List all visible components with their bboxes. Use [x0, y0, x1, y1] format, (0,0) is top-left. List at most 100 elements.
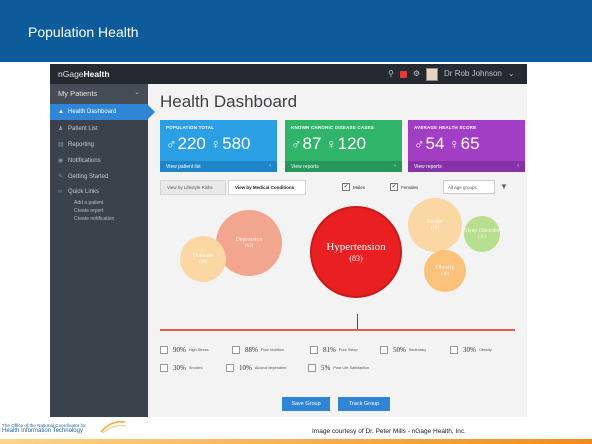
view-patient-list-link[interactable]: View patient list ›: [160, 161, 277, 172]
checkbox[interactable]: [450, 346, 458, 354]
sidebar-item-label: Reporting: [68, 142, 95, 148]
card-values: ♂54 ♀65: [414, 134, 480, 154]
quick-link-create-notification[interactable]: Create notification: [50, 216, 148, 224]
condition-item[interactable]: 30% Smokes: [160, 362, 203, 374]
tab-medical-conditions[interactable]: View by Medical Conditions: [228, 180, 306, 195]
image-credit: Image courtesy of Dr. Peter Mills - nGag…: [312, 428, 466, 435]
save-group-button[interactable]: Save Group: [282, 397, 330, 411]
average-health-score-card: AVERAGE HEALTH SCORE ♂54 ♀65 View report…: [408, 120, 525, 172]
condition-percent: 88%: [245, 346, 258, 354]
user-name[interactable]: Dr Rob Johnson: [444, 68, 502, 80]
bubble-diabetes[interactable]: Diabetes (48): [180, 236, 226, 282]
condition-percent: 30%: [173, 364, 186, 372]
chevron-down-icon[interactable]: ⌄: [508, 68, 515, 80]
bubble-name: Diabetes: [192, 252, 214, 259]
sidebar-item-reporting[interactable]: ▤ Reporting: [50, 136, 148, 152]
condition-percent: 10%: [239, 364, 252, 372]
bubble-depression[interactable]: Depression (63): [216, 210, 282, 276]
slide-title: Population Health: [28, 24, 139, 40]
sidebar-item-label: Getting Started: [68, 174, 109, 180]
quick-link-add-patient[interactable]: Add a patient: [50, 200, 148, 208]
condition-percent: 30%: [463, 346, 476, 354]
card-label: AVERAGE HEALTH SCORE: [414, 125, 477, 130]
checkbox[interactable]: [232, 346, 240, 354]
condition-name: Sedentary: [408, 348, 427, 352]
avatar[interactable]: [426, 67, 439, 81]
bubble-count: (63): [244, 243, 254, 249]
checkbox[interactable]: [380, 346, 388, 354]
bubble-stroke[interactable]: Stroke (18): [408, 198, 462, 252]
chevron-right-icon: ›: [517, 163, 519, 169]
slide-title-bar: Population Health: [0, 0, 592, 62]
bell-icon: ◉: [58, 158, 64, 164]
footer-bar: [0, 439, 592, 444]
filter-bar: View by Lifestyle Risks View by Medical …: [160, 180, 515, 195]
age-group-select[interactable]: All age groups: [443, 180, 495, 194]
condition-item[interactable]: 90% High Stress: [160, 344, 208, 356]
quick-link-create-report[interactable]: Create report: [50, 208, 148, 216]
check-icon: ✓: [342, 183, 350, 191]
condition-name: Smokes: [188, 366, 203, 370]
male-icon: ♂: [414, 136, 425, 152]
condition-item[interactable]: 10% Alcohol dependent: [226, 362, 286, 374]
condition-item[interactable]: 50% Sedentary: [380, 344, 426, 356]
bubble-name: Hypertension: [326, 241, 386, 253]
notification-flag-icon[interactable]: [399, 70, 407, 78]
sidebar-item-quick-links[interactable]: ∞ Quick Links: [50, 184, 148, 200]
condition-percent: 90%: [173, 346, 186, 354]
slide: Population Health nGageHealth ⚲ ⚙ Dr Rob…: [0, 0, 592, 444]
brand-logo[interactable]: nGageHealth: [58, 69, 110, 79]
logo-swoosh-icon: [100, 420, 127, 434]
condition-name: Alcohol dependent: [254, 366, 287, 370]
card-footer-label: View reports: [291, 164, 319, 170]
checkbox[interactable]: [308, 364, 316, 372]
condition-percent: 50%: [393, 346, 406, 354]
filter-icon[interactable]: ▼: [500, 182, 508, 191]
condition-item[interactable]: 5% Poor Life Satisfaction: [308, 362, 369, 374]
chart-icon: ▤: [58, 142, 64, 148]
female-icon: ♀: [449, 136, 460, 152]
bubble-obesity[interactable]: Obesity (40): [424, 250, 466, 292]
sidebar-item-getting-started[interactable]: ✎ Getting Started: [50, 168, 148, 184]
condition-percent: 81%: [323, 346, 336, 354]
sidebar-item-patient-list[interactable]: ♟ Patient List: [50, 120, 148, 136]
condition-percent: 5%: [321, 364, 331, 372]
track-group-button[interactable]: Track Group: [338, 397, 390, 411]
condition-item[interactable]: 88% Poor Nutrition: [232, 344, 284, 356]
checkbox[interactable]: [160, 364, 168, 372]
males-checkbox[interactable]: ✓ Males: [342, 183, 365, 191]
checkbox[interactable]: [226, 364, 234, 372]
sidebar-item-label: Notifications: [68, 158, 101, 164]
view-reports-link[interactable]: View reports ›: [285, 161, 402, 172]
card-footer-label: View reports: [414, 164, 442, 170]
card-footer-label: View patient list: [166, 164, 201, 170]
bubble-hypertension[interactable]: Hypertension (83): [310, 206, 402, 298]
male-count: 54: [425, 134, 445, 153]
female-count: 120: [337, 134, 367, 153]
female-icon: ♀: [210, 136, 222, 152]
condition-item[interactable]: 30% Obesity: [450, 344, 492, 356]
condition-item[interactable]: 81% Poor Sleep: [310, 344, 358, 356]
checkbox[interactable]: [310, 346, 318, 354]
sidebar-item-label: Health Dashboard: [68, 109, 117, 115]
bubble-count: (48): [198, 259, 208, 265]
condition-name: Poor Sleep: [338, 348, 358, 352]
bubble-name: Obesity: [435, 264, 455, 271]
sidebar-item-label: Quick Links: [68, 189, 100, 195]
bubble-sleep-disorder[interactable]: Sleep Disorder (30): [464, 216, 500, 252]
sidebar-header[interactable]: My Patients ⌄: [50, 84, 148, 104]
tab-lifestyle-risks[interactable]: View by Lifestyle Risks: [160, 180, 226, 195]
sidebar-item-health-dashboard[interactable]: ▲ Health Dashboard: [50, 104, 155, 120]
checkbox-label: Females: [401, 184, 419, 190]
females-checkbox[interactable]: ✓ Females: [390, 183, 418, 191]
app-screenshot: nGageHealth ⚲ ⚙ Dr Rob Johnson ⌄ My Pati…: [50, 64, 527, 417]
gear-icon[interactable]: ⚙: [413, 68, 420, 80]
search-icon[interactable]: ⚲: [388, 68, 394, 80]
checkbox[interactable]: [160, 346, 168, 354]
sidebar-item-notifications[interactable]: ◉ Notifications: [50, 152, 148, 168]
view-reports-link[interactable]: View reports ›: [408, 161, 525, 172]
wrench-icon: ✎: [58, 174, 64, 180]
card-label: POPULATION TOTAL: [166, 125, 215, 130]
bubble-name: Depression: [235, 236, 263, 243]
male-icon: ♂: [166, 136, 177, 152]
